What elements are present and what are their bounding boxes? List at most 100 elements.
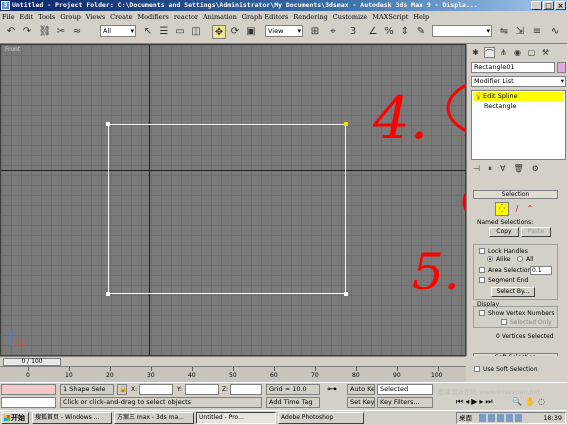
select-object-icon[interactable]: ↖	[141, 25, 155, 39]
all-radio[interactable]	[517, 256, 523, 262]
display-tab-icon[interactable]: ▢	[526, 47, 537, 58]
menu-customize[interactable]: Customize	[333, 13, 368, 21]
selection-filter-dropdown[interactable]: All	[100, 25, 136, 37]
selected-only-checkbox[interactable]	[501, 319, 507, 325]
menu-reactor[interactable]: reactor	[174, 13, 198, 21]
pivot-center-icon[interactable]: ⊞	[308, 25, 322, 39]
taskbar-item-3dsmax[interactable]: Untitled - Pro...	[196, 412, 276, 424]
menu-rendering[interactable]: Rendering	[293, 13, 327, 21]
make-unique-icon[interactable]: ∀	[500, 164, 505, 175]
spline-vertex[interactable]	[106, 122, 110, 126]
pan-icon[interactable]: ✋	[525, 397, 535, 406]
motion-tab-icon[interactable]: ◉	[512, 47, 523, 58]
rectangle-spline[interactable]	[106, 122, 348, 296]
show-end-result-icon[interactable]: ⏸	[488, 164, 492, 175]
maxscript-output-mini[interactable]	[1, 397, 56, 408]
tray-icon[interactable]	[497, 414, 504, 422]
close-icon[interactable]: ×	[555, 1, 566, 10]
go-to-end-icon[interactable]: ⏭	[485, 397, 492, 407]
show-vertex-numbers-checkbox[interactable]	[479, 310, 485, 316]
taskbar-item-3dsmax-other[interactable]: 方案三 max - 3ds ma...	[114, 412, 194, 424]
hierarchy-tab-icon[interactable]: ⋔	[498, 47, 509, 58]
create-tab-icon[interactable]: ✱	[470, 47, 481, 58]
menu-group[interactable]: Group	[60, 13, 81, 21]
front-viewport[interactable]: Front x z 4. 5.	[0, 44, 466, 356]
start-button[interactable]: 开始	[1, 412, 29, 424]
menu-views[interactable]: Views	[86, 13, 105, 21]
menu-help[interactable]: Help	[413, 13, 429, 21]
tray-icon[interactable]	[479, 414, 486, 422]
segment-end-checkbox[interactable]	[479, 277, 485, 283]
configure-sets-icon[interactable]: ⚙	[532, 164, 539, 175]
selection-rollout-header[interactable]: Selection	[473, 190, 558, 199]
spline-vertex[interactable]	[344, 292, 348, 296]
taskbar-item-browser[interactable]: 搜狐首页 - Windows ...	[32, 412, 112, 424]
orbit-icon[interactable]: ◌	[538, 397, 545, 406]
modify-tab-icon[interactable]: ⌒	[484, 47, 495, 58]
desktop-label[interactable]: 桌面	[459, 413, 472, 423]
alike-radio[interactable]	[487, 256, 493, 262]
rect-selection-region-icon[interactable]: ▭	[173, 25, 187, 39]
y-coordinate-field[interactable]	[185, 384, 219, 395]
menu-graph-editors[interactable]: Graph Editors	[242, 13, 289, 21]
minimize-icon[interactable]: _	[531, 1, 542, 10]
lock-handles-checkbox[interactable]	[479, 248, 485, 254]
select-scale-icon[interactable]: ▣	[244, 25, 258, 39]
undo-icon[interactable]: ↶	[4, 25, 18, 39]
angle-snap-icon[interactable]: ∠	[366, 25, 380, 39]
unlink-icon[interactable]: ✂	[54, 25, 68, 39]
select-by-button[interactable]: Select By...	[491, 287, 535, 297]
named-selection-sets-dropdown[interactable]	[432, 25, 492, 37]
tray-icon[interactable]	[515, 414, 522, 422]
percent-snap-icon[interactable]: %	[382, 25, 396, 39]
spline-vertex-selected[interactable]	[344, 122, 348, 126]
tray-icon[interactable]	[488, 414, 495, 422]
utilities-tab-icon[interactable]: ⚒	[540, 47, 551, 58]
selection-lock-icon[interactable]: 🔒	[117, 384, 127, 395]
time-slider[interactable]: 0 / 100	[0, 356, 466, 366]
select-rotate-icon[interactable]: ⟳	[228, 25, 242, 39]
time-slider-thumb[interactable]: 0 / 100	[3, 358, 61, 366]
tray-icon[interactable]	[506, 414, 513, 422]
menu-tools[interactable]: Tools	[38, 13, 55, 21]
maximize-icon[interactable]: □	[543, 1, 554, 10]
segment-level-icon[interactable]: ∕	[512, 203, 522, 215]
area-selection-checkbox[interactable]	[479, 267, 485, 273]
stack-item-rectangle[interactable]: Rectangle	[484, 102, 516, 110]
modifier-list-dropdown[interactable]: Modifier List	[471, 76, 566, 87]
maxscript-listener-mini[interactable]	[1, 384, 56, 395]
object-name-field[interactable]: Rectangle01	[471, 62, 555, 73]
key-mode-dropdown[interactable]: Selected	[377, 384, 433, 395]
play-icon[interactable]: ▶	[471, 397, 477, 407]
select-move-icon[interactable]: ✥	[212, 25, 226, 39]
menu-edit[interactable]: Edit	[20, 13, 34, 21]
named-selection-icon[interactable]: ✎	[414, 25, 428, 39]
menu-maxscript[interactable]: MAXScript	[372, 13, 408, 21]
object-color-swatch[interactable]	[557, 62, 566, 73]
mirror-icon[interactable]: ⇋	[497, 25, 511, 39]
spline-vertex[interactable]	[106, 292, 110, 296]
remove-modifier-icon[interactable]: 🗑	[513, 164, 523, 175]
window-crossing-icon[interactable]: ◫	[189, 25, 203, 39]
select-link-icon[interactable]: ⛓	[38, 25, 52, 39]
stack-item-edit-spline[interactable]: 💡 Edit Spline	[473, 92, 564, 101]
add-time-tag[interactable]: Add Time Tag	[266, 397, 320, 408]
select-manipulate-icon[interactable]: ⌖	[326, 25, 340, 39]
key-icon[interactable]: ⊶	[327, 384, 337, 395]
redo-icon[interactable]: ↷	[20, 25, 34, 39]
menu-create[interactable]: Create	[110, 13, 132, 21]
z-coordinate-field[interactable]	[230, 384, 262, 395]
previous-frame-icon[interactable]: ◂	[465, 397, 469, 407]
select-by-name-icon[interactable]: ☰	[157, 25, 171, 39]
area-selection-spinner[interactable]: 0.1	[530, 266, 552, 275]
menu-modifiers[interactable]: Modifiers	[137, 13, 168, 21]
copy-button[interactable]: Copy	[489, 227, 519, 237]
taskbar-item-photoshop[interactable]: Adobe Photoshop	[278, 412, 364, 424]
ref-coord-dropdown[interactable]: View	[265, 25, 303, 37]
spinner-snap-icon[interactable]: ⇕	[398, 25, 412, 39]
menu-animation[interactable]: Animation	[203, 13, 237, 21]
curve-editor-icon[interactable]: ∿	[548, 25, 562, 39]
bind-spacewarp-icon[interactable]: ≈	[70, 25, 84, 39]
viewport-label[interactable]: Front	[5, 46, 20, 53]
paste-button[interactable]: Paste	[521, 227, 551, 237]
